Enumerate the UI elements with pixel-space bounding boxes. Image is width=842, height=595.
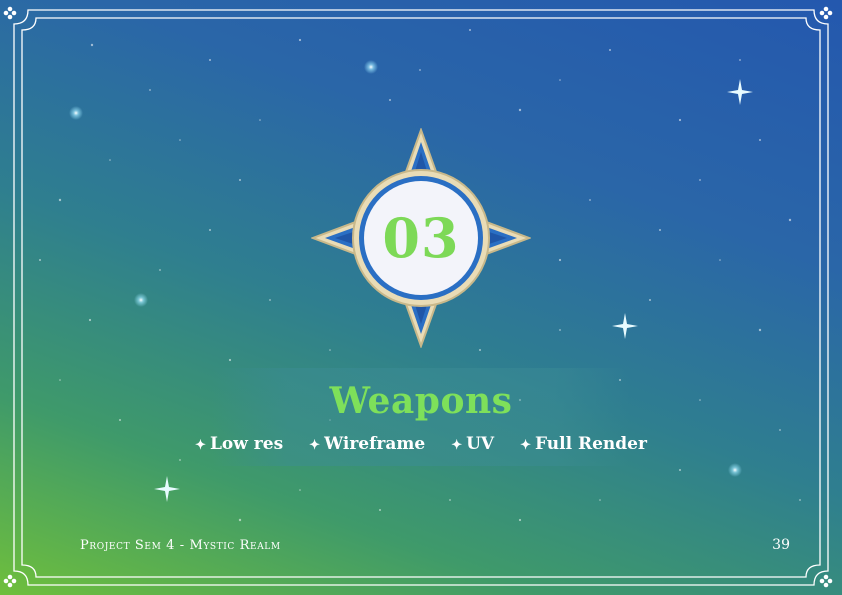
subsection-item: ✦ Wireframe [309,434,425,454]
subsection-label: UV [466,434,495,454]
subsection-list: ✦ Low res ✦ Wireframe ✦ UV ✦ Full Render [0,434,842,454]
subsection-item: ✦ UV [451,434,494,454]
subsection-item: ✦ Full Render [520,434,647,454]
section-divider-page: 03 Weapons ✦ Low res ✦ Wireframe ✦ UV ✦ Full… [0,0,842,595]
footer-project-name: Project Sem 4 - Mystic Realm [80,538,281,553]
sparkle-bullet-icon: ✦ [451,438,463,453]
subsection-label: Full Render [535,434,647,454]
subsection-label: Low res [209,434,284,454]
subsection-item: ✦ Low res [195,434,283,454]
section-title: Weapons [329,380,513,422]
subsection-label: Wireframe [324,434,426,454]
section-number-emblem: 03 [310,127,532,349]
sparkle-bullet-icon: ✦ [520,438,532,453]
sparkle-bullet-icon: ✦ [195,438,206,453]
sparkle-bullet-icon: ✦ [309,438,321,453]
section-number: 03 [382,206,460,270]
page-number: 39 [772,537,790,553]
